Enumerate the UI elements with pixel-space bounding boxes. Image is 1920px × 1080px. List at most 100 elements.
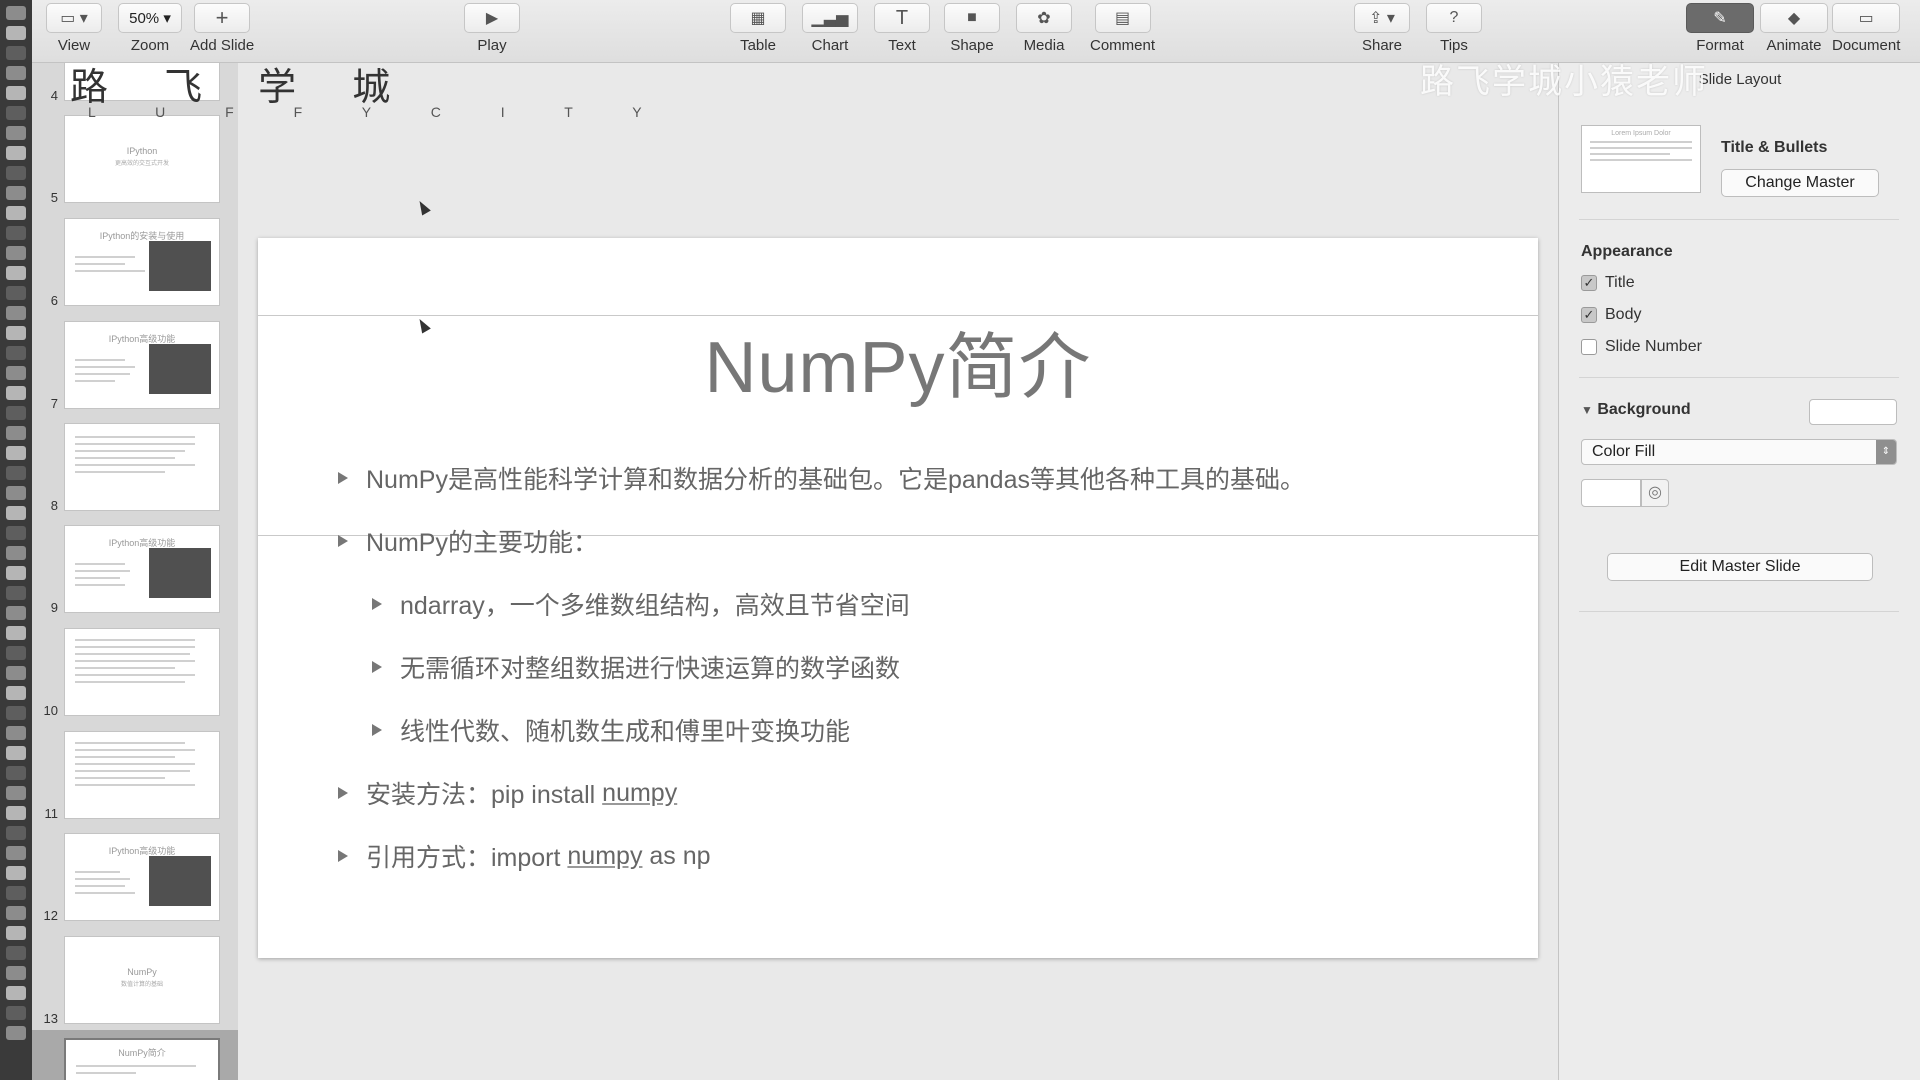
chart-button[interactable]: ▁▃▅ Chart [802,3,858,54]
dock-app-icon[interactable] [6,326,26,340]
dock-app-icon[interactable] [6,86,26,100]
comment-button[interactable]: ▤ Comment [1090,3,1155,54]
dock-app-icon[interactable] [6,1026,26,1040]
dock-app-icon[interactable] [6,946,26,960]
title-checkbox[interactable]: ✓ [1581,275,1597,291]
dock-app-icon[interactable] [6,346,26,360]
dock-app-icon[interactable] [6,666,26,680]
slide-thumbnail-7[interactable]: IPython高级功能 7 [32,321,238,413]
dock-app-icon[interactable] [6,26,26,40]
dock-app-icon[interactable] [6,566,26,580]
dock-app-icon[interactable] [6,406,26,420]
add-slide-button[interactable]: + Add Slide [190,3,254,54]
background-color-well[interactable] [1809,399,1897,425]
media-button[interactable]: ✿ Media [1016,3,1072,54]
tips-button[interactable]: ? Tips [1426,3,1482,54]
slide-title[interactable]: NumPy简介 [258,308,1538,413]
share-button[interactable]: ⇪ ▾ Share [1354,3,1410,54]
slide-number-checkbox-row[interactable]: Slide Number [1581,338,1702,356]
dock-app-icon[interactable] [6,686,26,700]
dock-app-icon[interactable] [6,206,26,220]
bullet-item[interactable]: NumPy的主要功能： [338,523,598,559]
zoom-button[interactable]: 50% ▾ Zoom [118,3,182,54]
slide-canvas[interactable]: NumPy简介 NumPy是高性能科学计算和数据分析的基础包。它是pandas等… [238,63,1558,1080]
dock-app-icon[interactable] [6,466,26,480]
body-checkbox[interactable]: ✓ [1581,307,1597,323]
slide-thumbnail-8[interactable]: 8 [32,423,238,515]
dock-app-icon[interactable] [6,766,26,780]
play-button[interactable]: ▶ Play [464,3,520,54]
color-wheel-icon[interactable]: ◎ [1641,479,1669,507]
slide[interactable]: NumPy简介 NumPy是高性能科学计算和数据分析的基础包。它是pandas等… [258,238,1538,958]
dock-app-icon[interactable] [6,246,26,260]
dock-app-icon[interactable] [6,926,26,940]
dock-app-icon[interactable] [6,66,26,80]
dock-app-icon[interactable] [6,6,26,20]
dock-app-icon[interactable] [6,306,26,320]
table-button[interactable]: ▦ Table [730,3,786,54]
dock-app-icon[interactable] [6,146,26,160]
document-button[interactable]: ▭ Document [1832,3,1900,54]
text-button[interactable]: T Text [874,3,930,54]
dock-app-icon[interactable] [6,266,26,280]
dock-app-icon[interactable] [6,366,26,380]
dock-app-icon[interactable] [6,786,26,800]
sub-bullet-item[interactable]: 线性代数、随机数生成和傅里叶变换功能 [372,712,850,748]
dock-app-icon[interactable] [6,546,26,560]
title-checkbox-row[interactable]: ✓ Title [1581,274,1635,292]
format-button[interactable]: ✎ Format [1686,3,1754,54]
slide-thumbnail-9[interactable]: IPython高级功能 9 [32,525,238,617]
dock-app-icon[interactable] [6,586,26,600]
view-button[interactable]: ▭ ▾ View [46,3,102,54]
slide-thumbnail-13[interactable]: NumPy 数值计算的基础 13 [32,936,238,1028]
animate-button[interactable]: ◆ Animate [1760,3,1828,54]
slide-thumbnail-11[interactable]: 11 [32,731,238,823]
bullet-item[interactable]: 安装方法：pip install numpy [338,775,677,811]
dock-app-icon[interactable] [6,506,26,520]
bullet-item[interactable]: 引用方式：import numpy as np [338,838,711,874]
dock-app-icon[interactable] [6,966,26,980]
sub-bullet-item[interactable]: ndarray，一个多维数组结构，高效且节省空间 [372,586,910,622]
dock-app-icon[interactable] [6,606,26,620]
dock-app-icon[interactable] [6,186,26,200]
slide-thumbnail-14[interactable]: NumPy简介 [32,1038,238,1080]
slide-thumbnail-5[interactable]: IPython 更高效的交互式开发 5 [32,115,238,207]
fill-color-swatch[interactable] [1581,479,1641,507]
dock-app-icon[interactable] [6,746,26,760]
dock-app-icon[interactable] [6,286,26,300]
dock-app-icon[interactable] [6,826,26,840]
background-heading[interactable]: ▼ Background [1581,401,1691,419]
dock-app-icon[interactable] [6,46,26,60]
dock-app-icon[interactable] [6,806,26,820]
dock-app-icon[interactable] [6,706,26,720]
dock-app-icon[interactable] [6,986,26,1000]
slide-thumbnail-10[interactable]: 10 [32,628,238,720]
dock-app-icon[interactable] [6,126,26,140]
dock-app-icon[interactable] [6,726,26,740]
slide-thumbnail-6[interactable]: IPython的安装与使用 6 [32,218,238,310]
shape-button[interactable]: ■ Shape [944,3,1000,54]
dock-app-icon[interactable] [6,886,26,900]
dock-app-icon[interactable] [6,226,26,240]
dock-app-icon[interactable] [6,906,26,920]
fill-type-select[interactable]: Color Fill ⇕ [1581,439,1897,465]
dock-app-icon[interactable] [6,846,26,860]
edit-master-slide-button[interactable]: Edit Master Slide [1607,553,1873,581]
body-checkbox-row[interactable]: ✓ Body [1581,306,1641,324]
dock-app-icon[interactable] [6,646,26,660]
dock-app-icon[interactable] [6,446,26,460]
dock-app-icon[interactable] [6,166,26,180]
dock-app-icon[interactable] [6,526,26,540]
dock-app-icon[interactable] [6,1006,26,1020]
dock-app-icon[interactable] [6,866,26,880]
dock-app-icon[interactable] [6,626,26,640]
layout-thumbnail[interactable]: Lorem Ipsum Dolor [1581,125,1701,193]
slide-number-checkbox[interactable] [1581,339,1597,355]
bullet-item[interactable]: NumPy是高性能科学计算和数据分析的基础包。它是pandas等其他各种工具的基… [338,460,1305,496]
change-master-button[interactable]: Change Master [1721,169,1879,197]
sub-bullet-item[interactable]: 无需循环对整组数据进行快速运算的数学函数 [372,649,900,685]
slide-thumbnail-12[interactable]: IPython高级功能 12 [32,833,238,925]
dock-app-icon[interactable] [6,106,26,120]
dock-app-icon[interactable] [6,486,26,500]
dock-app-icon[interactable] [6,426,26,440]
